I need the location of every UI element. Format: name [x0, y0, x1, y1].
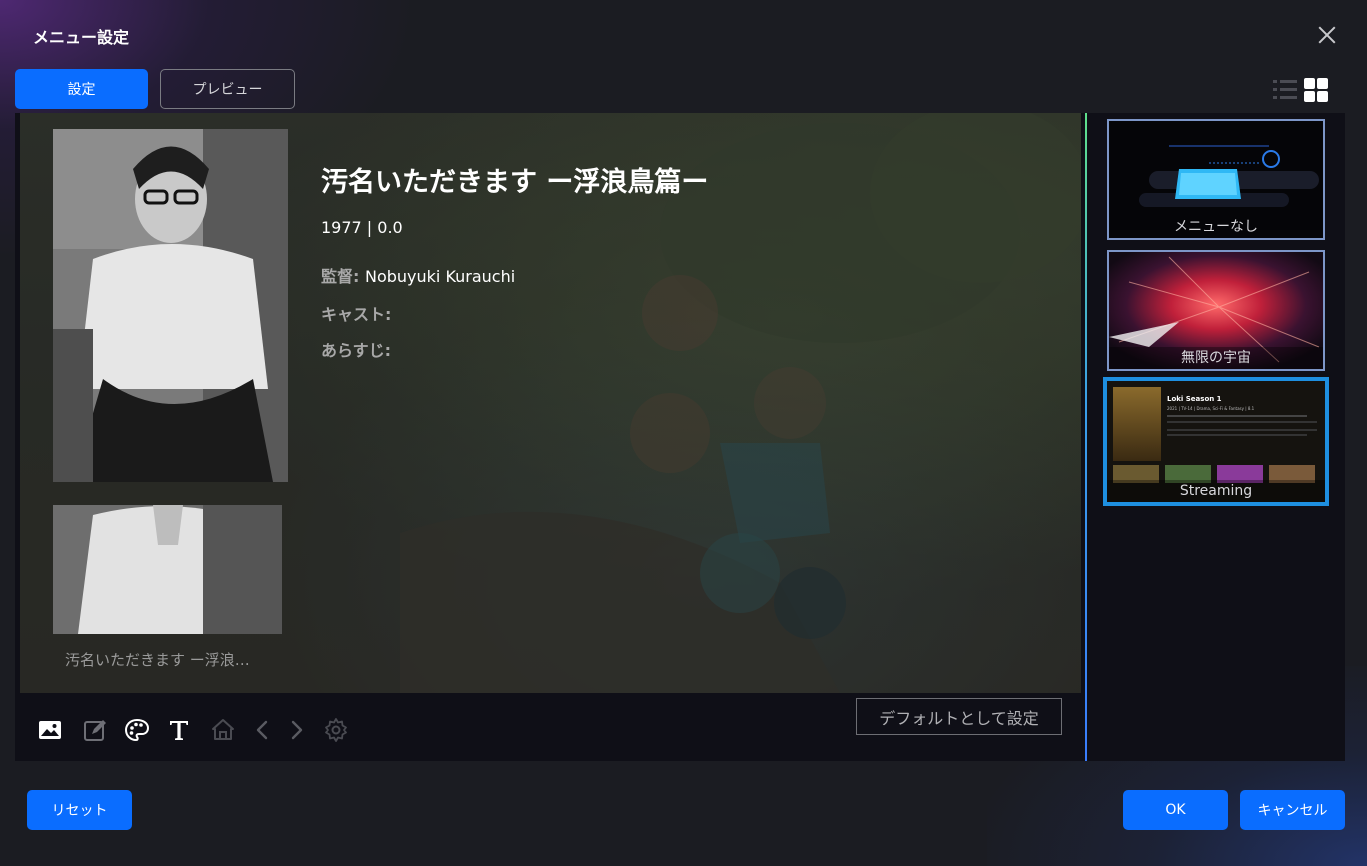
tab-preview[interactable]: プレビュー — [160, 69, 295, 109]
poster-thumbnail — [53, 505, 282, 634]
director-value: Nobuyuki Kurauchi — [364, 267, 516, 286]
chevron-right-icon[interactable] — [283, 717, 309, 743]
grid-view-icon[interactable] — [1304, 78, 1328, 102]
ok-button[interactable]: OK — [1123, 790, 1228, 830]
tab-settings[interactable]: 設定 — [15, 69, 148, 109]
template-label: 無限の宇宙 — [1109, 347, 1323, 369]
poster-thumbnail-photo — [53, 505, 282, 634]
streaming-poster-thumb — [1113, 387, 1161, 461]
cancel-button[interactable]: キャンセル — [1240, 790, 1345, 830]
close-icon[interactable] — [1314, 22, 1340, 48]
template-no-menu[interactable]: メニューなし — [1107, 119, 1325, 240]
text-icon[interactable] — [166, 717, 192, 743]
director-label: 監督: — [321, 267, 360, 286]
streaming-thumb-line — [1167, 415, 1307, 417]
streaming-thumb-line — [1167, 429, 1317, 431]
template-streaming[interactable]: Loki Season 1 2021 | TV-14 | Drama, Sci-… — [1103, 377, 1329, 506]
palette-icon[interactable] — [124, 717, 150, 743]
list-view-icon[interactable] — [1273, 78, 1297, 102]
template-infinite-space[interactable]: 無限の宇宙 — [1107, 250, 1325, 371]
movie-meta: 1977 | 0.0 — [321, 218, 403, 237]
image-icon[interactable] — [37, 717, 63, 743]
poster-photo — [53, 129, 288, 482]
synopsis-label: あらすじ: — [321, 341, 392, 360]
director-row: 監督: Nobuyuki Kurauchi — [321, 263, 515, 287]
gear-icon[interactable] — [323, 717, 349, 743]
poster-caption: 汚名いただきます ー浮浪… — [65, 651, 250, 669]
set-as-default-button[interactable]: デフォルトとして設定 — [856, 698, 1062, 735]
streaming-thumb-line — [1167, 421, 1317, 423]
streaming-thumb-line — [1167, 434, 1307, 436]
cast-label: キャスト: — [321, 305, 392, 324]
chevron-left-icon[interactable] — [250, 717, 276, 743]
panel-divider — [1085, 113, 1087, 761]
streaming-thumb-meta: 2021 | TV-14 | Drama, Sci-Fi & Fantasy |… — [1167, 406, 1255, 411]
poster-image — [53, 129, 288, 482]
movie-title: 汚名いただきます ー浮浪鳥篇ー — [321, 167, 709, 198]
edit-icon[interactable] — [82, 717, 108, 743]
reset-button[interactable]: リセット — [27, 790, 132, 830]
dialog-title: メニュー設定 — [33, 28, 130, 47]
streaming-thumb-title: Loki Season 1 — [1167, 395, 1222, 403]
template-label: Streaming — [1107, 480, 1325, 502]
template-label: メニューなし — [1174, 219, 1258, 235]
home-icon[interactable] — [210, 717, 236, 743]
